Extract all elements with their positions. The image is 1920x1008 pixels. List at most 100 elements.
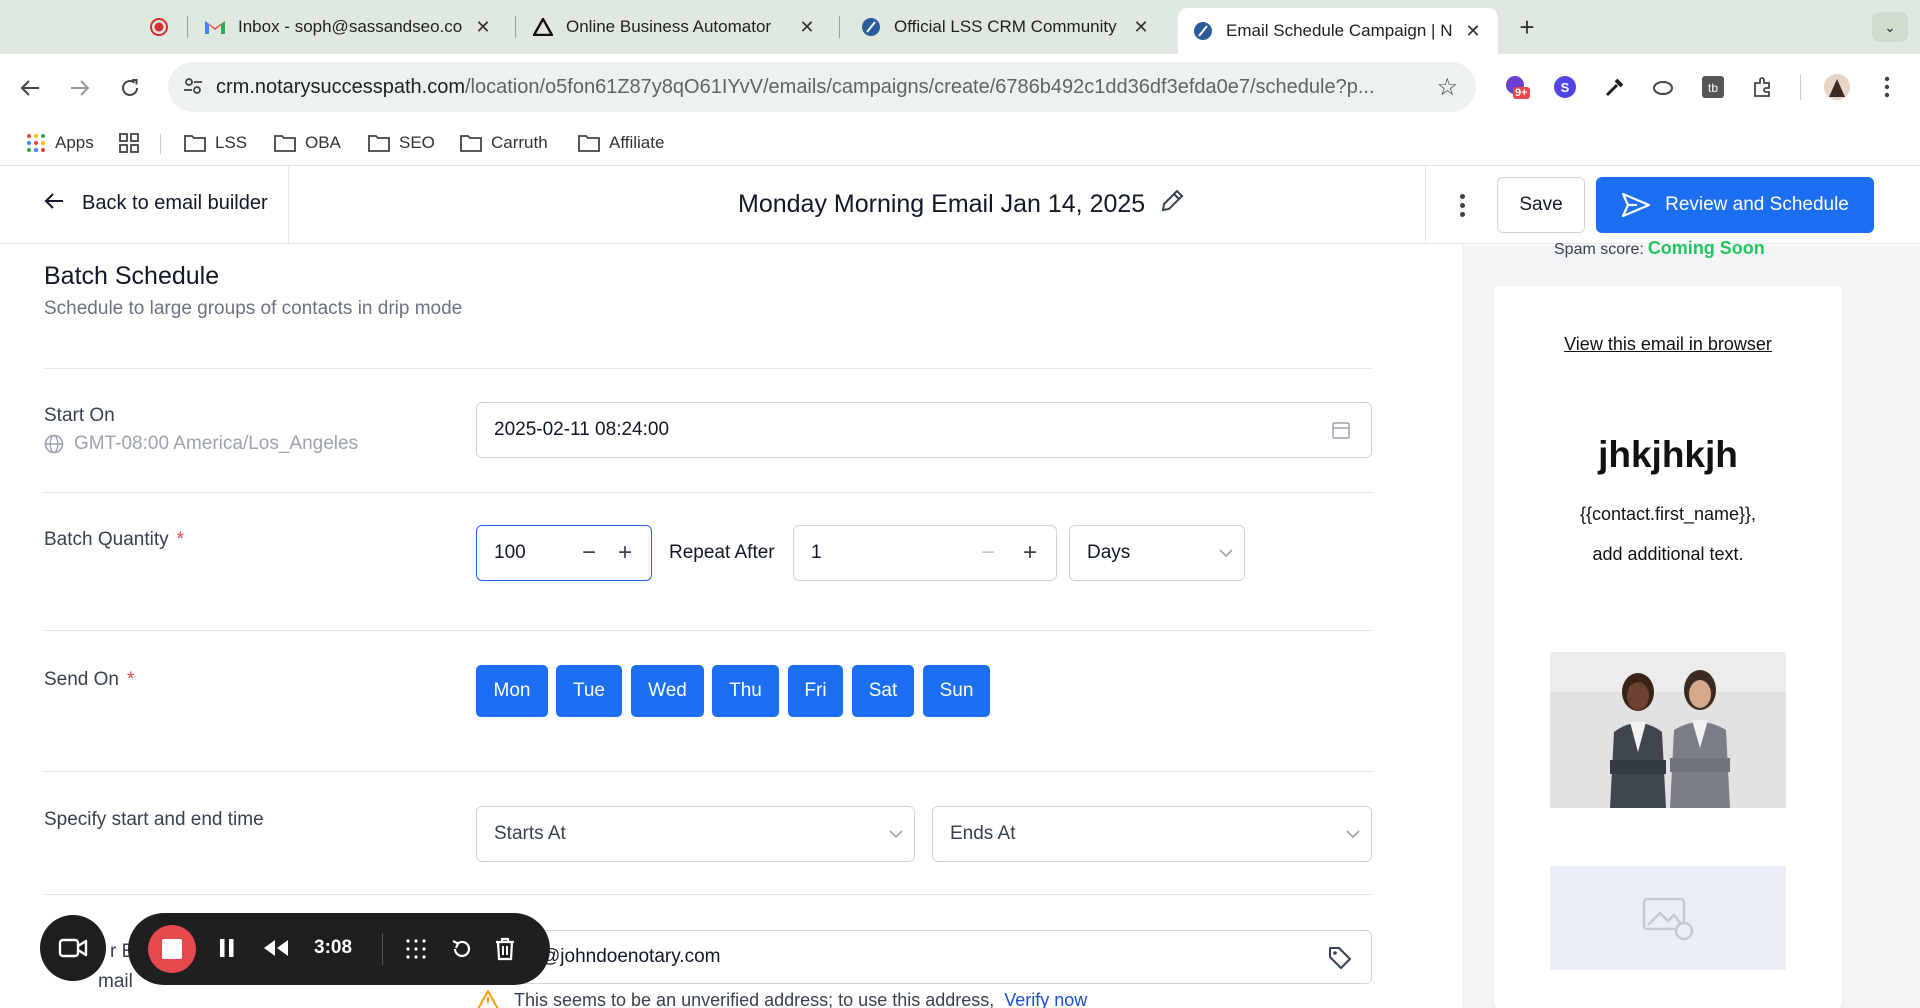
automator-icon <box>532 16 554 38</box>
new-tab-button[interactable]: + <box>1512 12 1542 43</box>
bookmark-folder-seo[interactable]: SEO <box>368 128 435 158</box>
bookmark-folder-carruth[interactable]: Carruth <box>460 128 548 158</box>
extension-cloud-icon[interactable] <box>1648 72 1678 102</box>
gmail-icon <box>204 16 226 38</box>
day-toggle-thu[interactable]: Thu <box>712 665 779 717</box>
bookmark-folder-lss[interactable]: LSS <box>184 128 247 158</box>
profile-avatar[interactable] <box>1822 72 1852 102</box>
bookmarks-divider <box>160 134 161 154</box>
day-toggle-fri[interactable]: Fri <box>788 665 843 717</box>
forward-arrow-icon[interactable] <box>64 72 96 104</box>
tab-title: Online Business Automator <box>566 17 772 36</box>
tab-search-chevron-icon[interactable]: ⌄ <box>1872 12 1908 42</box>
bookmark-folder-oba[interactable]: OBA <box>274 128 341 158</box>
site-settings-icon[interactable] <box>182 75 206 99</box>
url-path: /location/o5fon61Z87y8qO61IYvV/emails/ca… <box>464 76 1375 98</box>
pause-icon[interactable] <box>218 937 236 964</box>
reload-icon[interactable] <box>114 72 146 104</box>
tab-lss-crm-community[interactable]: Official LSS CRM Community ✕ <box>846 6 1166 48</box>
repeat-unit-select[interactable]: Days <box>1069 525 1245 581</box>
tab-email-schedule-campaign[interactable]: Email Schedule Campaign | N ✕ <box>1178 8 1498 54</box>
bookmark-folder-affiliate[interactable]: Affiliate <box>578 128 664 158</box>
toolbar-divider <box>1800 74 1801 100</box>
verify-now-link[interactable]: Verify now <box>1004 990 1087 1008</box>
eyedropper-icon[interactable] <box>1600 72 1630 102</box>
extension-s-icon[interactable]: S <box>1550 72 1580 102</box>
more-options-icon[interactable] <box>1448 188 1476 222</box>
tag-icon[interactable] <box>1327 945 1353 977</box>
send-on-label: Send On * <box>44 669 134 691</box>
chevron-down-icon <box>878 826 914 842</box>
start-datetime-input[interactable]: 2025-02-11 08:24:00 <box>476 402 1372 458</box>
repeat-after-stepper[interactable]: 1 − + <box>793 525 1057 581</box>
from-email-input[interactable]: @johndoenotary.com <box>476 930 1372 984</box>
day-toggle-sun[interactable]: Sun <box>923 665 990 717</box>
stop-recording-button[interactable] <box>148 925 196 973</box>
folder-icon <box>184 135 206 152</box>
close-tab-icon[interactable]: ✕ <box>1130 17 1152 38</box>
edit-title-pencil-icon[interactable] <box>1159 188 1185 221</box>
trash-icon[interactable] <box>494 937 516 966</box>
extension-tb-icon[interactable]: tb <box>1698 72 1728 102</box>
warning-text: This seems to be an unverified address; … <box>514 989 995 1008</box>
tab-separator <box>187 16 188 38</box>
tab-online-business-automator[interactable]: Online Business Automator ✕ <box>518 6 832 48</box>
day-toggle-tue[interactable]: Tue <box>556 665 622 717</box>
day-toggle-wed[interactable]: Wed <box>631 665 704 717</box>
bookmark-apps[interactable]: Apps <box>26 128 94 158</box>
email-preview-card: View this email in browser jhkjhkjh {{co… <box>1494 286 1842 1008</box>
apps-grid-icon <box>27 134 45 152</box>
back-arrow-icon[interactable] <box>14 72 46 104</box>
day-toggle-mon[interactable]: Mon <box>476 665 548 717</box>
tab-gmail[interactable]: Inbox - soph@sassandseo.co ✕ <box>190 6 508 48</box>
spam-score-label: Spam score: <box>1554 241 1644 258</box>
grid-dots-icon[interactable] <box>404 937 428 966</box>
recorder-camera-button[interactable] <box>40 915 106 981</box>
ends-at-select[interactable]: Ends At <box>932 806 1372 862</box>
required-asterisk: * <box>127 669 135 690</box>
campaign-title: Monday Morning Email Jan 14, 2025 <box>738 188 1185 221</box>
extension-badge-icon[interactable]: 9+ <box>1502 72 1532 102</box>
plus-icon[interactable]: + <box>607 539 643 567</box>
batch-quantity-label: Batch Quantity * <box>44 529 184 551</box>
restart-icon[interactable] <box>450 937 474 966</box>
batch-quantity-stepper[interactable]: 100 − + <box>476 525 652 581</box>
close-tab-icon[interactable]: ✕ <box>1462 21 1484 42</box>
review-and-schedule-button[interactable]: Review and Schedule <box>1596 177 1874 233</box>
minus-icon[interactable]: − <box>970 539 1006 567</box>
save-button[interactable]: Save <box>1497 177 1585 233</box>
tab-title: Official LSS CRM Community <box>894 17 1117 36</box>
bookmark-star-icon[interactable]: ☆ <box>1436 73 1458 102</box>
repeat-after-value[interactable]: 1 <box>794 542 970 564</box>
bookmark-label: OBA <box>305 133 341 152</box>
rewind-icon[interactable] <box>262 937 290 964</box>
ends-at-placeholder: Ends At <box>950 823 1016 844</box>
folder-icon <box>274 135 296 152</box>
image-placeholder-icon <box>1550 866 1786 970</box>
send-on-label-text: Send On <box>44 669 119 690</box>
view-in-browser-link[interactable]: View this email in browser <box>1494 334 1842 355</box>
tab-groups-icon[interactable] <box>118 128 149 158</box>
day-toggle-sat[interactable]: Sat <box>852 665 914 717</box>
starts-at-select[interactable]: Starts At <box>476 806 915 862</box>
repeat-after-label: Repeat After <box>669 542 775 563</box>
plus-icon[interactable]: + <box>1012 539 1048 567</box>
address-bar[interactable]: crm.notarysuccesspath.com/location/o5fon… <box>168 62 1476 112</box>
calendar-icon[interactable] <box>1331 420 1351 446</box>
close-tab-icon[interactable]: ✕ <box>796 17 818 38</box>
recorder-divider <box>382 933 383 965</box>
minus-icon[interactable]: − <box>571 539 607 567</box>
recording-timer: 3:08 <box>314 937 353 958</box>
batch-quantity-value[interactable]: 100 <box>477 542 571 564</box>
close-tab-icon[interactable]: ✕ <box>472 17 494 38</box>
campaign-title-text: Monday Morning Email Jan 14, 2025 <box>738 190 1146 218</box>
bookmark-label: SEO <box>399 133 435 152</box>
extensions-puzzle-icon[interactable] <box>1748 72 1778 102</box>
folder-icon <box>368 135 390 152</box>
browser-menu-icon[interactable] <box>1872 72 1902 102</box>
bookmark-label: Apps <box>55 133 94 152</box>
tab-recording[interactable] <box>134 6 184 48</box>
back-to-email-builder-link[interactable]: Back to email builder <box>44 190 268 216</box>
crm-icon <box>860 16 882 38</box>
bookmark-label: Affiliate <box>609 133 665 152</box>
